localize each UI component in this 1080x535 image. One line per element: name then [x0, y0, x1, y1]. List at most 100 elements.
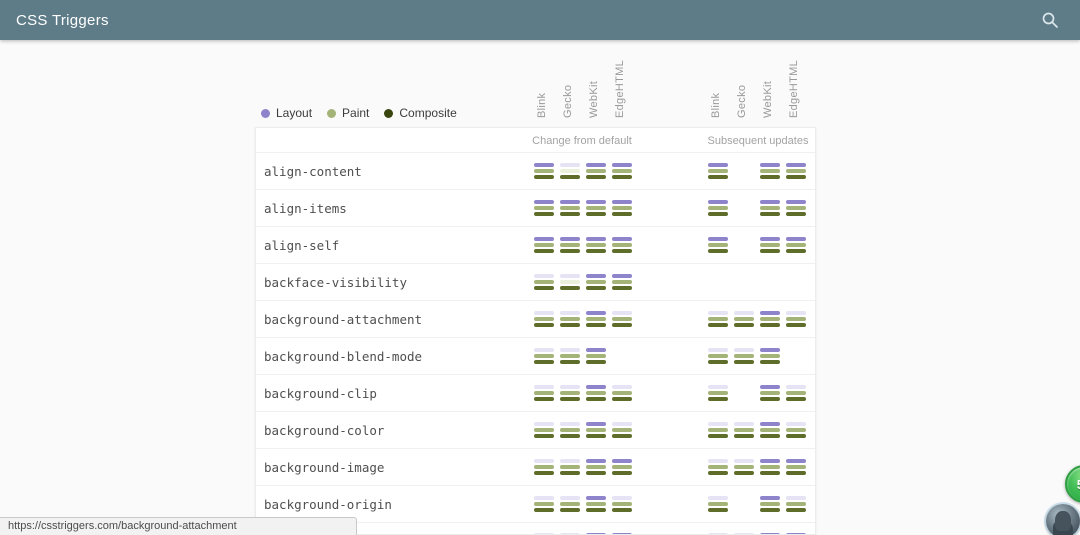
composite-bar [612, 323, 632, 327]
layout-bar [708, 163, 728, 167]
composite-bar [612, 175, 632, 179]
layout-bar [534, 200, 554, 204]
composite-bar [586, 323, 606, 327]
layout-dot-icon [261, 109, 270, 118]
status-bar: https://csstriggers.com/background-attac… [0, 517, 357, 535]
paint-bar [586, 206, 606, 210]
trigger-icon [612, 459, 632, 475]
paint-bar [534, 391, 554, 395]
paint-bar [560, 354, 580, 358]
trigger-icon [760, 163, 780, 179]
layout-bar [560, 348, 580, 352]
paint-bar [760, 317, 780, 321]
layout-bar [786, 311, 806, 315]
properties-card: Change from default Subsequent updates a… [255, 127, 816, 535]
layout-bar [786, 237, 806, 241]
trigger-icon [760, 348, 780, 364]
legend-label: Layout [276, 106, 312, 120]
paint-bar [612, 169, 632, 173]
layout-bar [760, 163, 780, 167]
table-row[interactable]: backface-visibility [256, 263, 815, 300]
table-row[interactable]: background-clip [256, 374, 815, 411]
table-row[interactable]: background-blend-mode [256, 337, 815, 374]
trigger-icon [612, 385, 632, 401]
table-row[interactable]: align-self [256, 226, 815, 263]
composite-bar [586, 434, 606, 438]
engine-header-webkit: WebKit [588, 81, 601, 118]
layout-bar [734, 348, 754, 352]
legend-item-composite: Composite [384, 106, 456, 120]
paint-bar [760, 502, 780, 506]
paint-bar [534, 502, 554, 506]
layout-bar [534, 459, 554, 463]
paint-bar [534, 354, 554, 358]
trigger-icon [786, 311, 806, 327]
paint-bar [612, 428, 632, 432]
layout-bar [760, 496, 780, 500]
property-name[interactable]: backface-visibility [264, 264, 407, 301]
layout-bar [612, 311, 632, 315]
paint-bar [760, 169, 780, 173]
paint-bar [786, 243, 806, 247]
composite-bar [560, 249, 580, 253]
layout-bar [734, 422, 754, 426]
composite-bar [534, 249, 554, 253]
layout-bar [786, 200, 806, 204]
property-name[interactable]: background-color [264, 412, 384, 449]
trigger-icon [708, 348, 728, 364]
layout-bar [586, 348, 606, 352]
trigger-icon [760, 385, 780, 401]
composite-bar [586, 397, 606, 401]
property-name[interactable]: background-clip [264, 375, 377, 412]
property-name[interactable]: background-image [264, 449, 384, 486]
composite-bar [560, 212, 580, 216]
paint-bar [586, 354, 606, 358]
paint-bar [612, 280, 632, 284]
composite-bar [786, 249, 806, 253]
profile-avatar[interactable] [1046, 504, 1080, 535]
table-row[interactable]: align-content [256, 152, 815, 189]
property-name[interactable]: background-attachment [264, 301, 422, 338]
composite-bar [708, 508, 728, 512]
composite-bar [734, 471, 754, 475]
property-name[interactable]: align-items [264, 190, 347, 227]
paint-bar [534, 465, 554, 469]
layout-bar [734, 459, 754, 463]
composite-bar [708, 397, 728, 401]
trigger-icon [612, 496, 632, 512]
property-name[interactable]: align-content [264, 153, 362, 190]
table-row[interactable]: background-image [256, 448, 815, 485]
composite-bar [534, 508, 554, 512]
table-row[interactable]: background-attachment [256, 300, 815, 337]
paint-bar [786, 317, 806, 321]
trigger-icon [708, 422, 728, 438]
composite-bar [586, 471, 606, 475]
property-name[interactable]: background-blend-mode [264, 338, 422, 375]
composite-bar [560, 397, 580, 401]
property-name[interactable]: align-self [264, 227, 339, 264]
composite-bar [534, 434, 554, 438]
layout-bar [760, 237, 780, 241]
layout-bar [586, 163, 606, 167]
page-title: CSS Triggers [16, 12, 109, 29]
layout-bar [786, 496, 806, 500]
composite-bar [612, 286, 632, 290]
table-row[interactable]: align-items [256, 189, 815, 226]
paint-bar [786, 502, 806, 506]
composite-bar [786, 323, 806, 327]
paint-bar [560, 206, 580, 210]
table-row[interactable]: background-color [256, 411, 815, 448]
paint-bar [586, 502, 606, 506]
layout-bar [708, 348, 728, 352]
trigger-icon [534, 311, 554, 327]
trigger-icon [534, 459, 554, 475]
search-button[interactable] [1036, 6, 1064, 34]
layout-bar [708, 459, 728, 463]
paint-bar [708, 465, 728, 469]
paint-bar [734, 428, 754, 432]
trigger-icon [586, 274, 606, 290]
layout-bar [760, 459, 780, 463]
composite-bar [586, 175, 606, 179]
paint-bar [760, 465, 780, 469]
trigger-icon [760, 422, 780, 438]
